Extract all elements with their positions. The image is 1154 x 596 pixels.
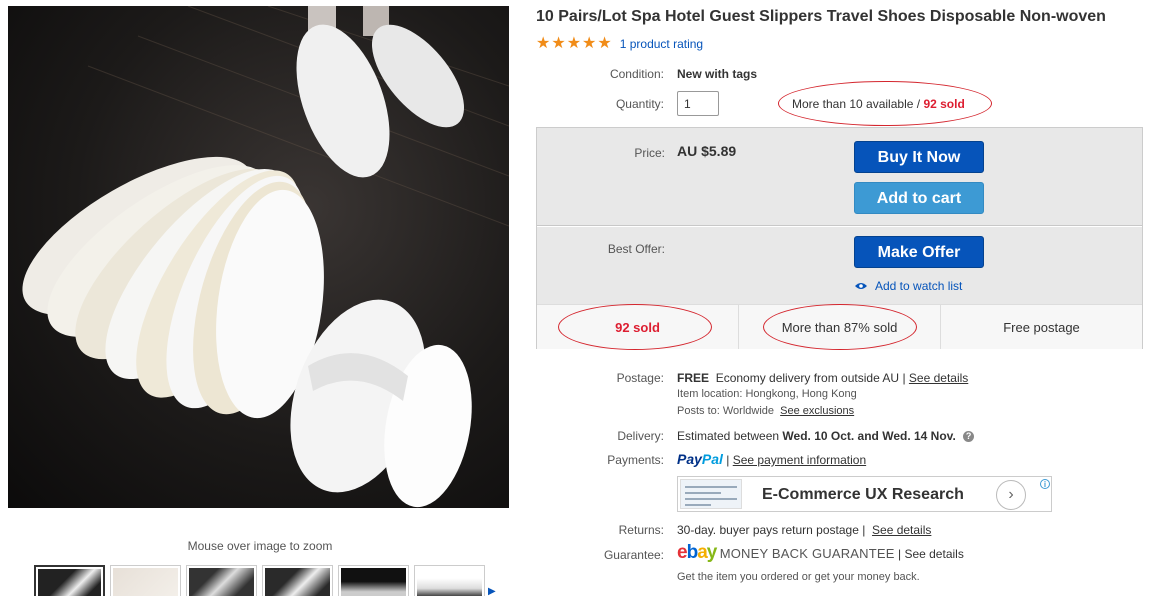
eye-icon [855,283,867,289]
price-label: Price: [634,146,665,160]
money-back-guarantee: MONEY BACK GUARANTEE [719,546,895,561]
buy-it-now-button[interactable]: Buy It Now [854,141,984,173]
guarantee-label: Guarantee: [603,548,664,562]
quantity-label: Quantity: [615,97,664,111]
price-box: Price: AU $5.89 Buy It Now Add to cart B… [536,127,1143,349]
stat-free-postage: Free postage [1003,320,1080,335]
condition-value: New with tags [677,67,758,81]
divider [537,226,1142,227]
add-to-watch-list-link[interactable]: Add to watch list [855,279,962,293]
delivery-range: Wed. 10 Oct. and Wed. 14 Nov. [782,429,956,443]
delivery-text: Estimated between [677,429,780,443]
guarantee-value: ebay MONEY BACK GUARANTEE | See details [677,542,964,564]
see-exclusions-link[interactable]: See exclusions [780,405,854,417]
payments-label: Payments: [607,453,664,467]
product-rating-link[interactable]: 1 product rating [620,37,703,51]
postage-method: Economy delivery from outside AU [715,371,900,385]
product-title: 10 Pairs/Lot Spa Hotel Guest Slippers Tr… [536,8,1106,25]
ad-thumbnail [680,479,742,509]
product-main-image[interactable] [8,6,509,508]
returns-see-details-link[interactable]: See details [872,523,931,537]
returns-label: Returns: [618,523,664,537]
paypal-logo: PayPal [677,451,723,467]
availability: More than 10 available / 92 sold [792,97,965,111]
star-rating: ★ ★ ★ ★ ★ [536,36,612,52]
postage-free: FREE [677,371,710,385]
posts-to-text: Posts to: Worldwide [677,405,775,417]
ad-banner[interactable]: E-Commerce UX Research › i [677,476,1052,512]
help-icon[interactable]: ? [963,431,975,443]
best-offer-label: Best Offer: [607,242,665,256]
guarantee-subtext: Get the item you ordered or get your mon… [677,571,920,583]
ad-text: E-Commerce UX Research [762,486,964,503]
watch-list-label: Add to watch list [875,279,963,293]
stats-bar: 92 sold More than 87% sold Free postage [537,304,1142,349]
ebay-logo: ebay [677,542,717,563]
thumbnail[interactable] [338,565,409,596]
info-icon[interactable]: i [1040,479,1050,489]
availability-text: More than 10 available / [792,97,921,111]
thumbnail[interactable] [414,565,485,596]
make-offer-button[interactable]: Make Offer [854,236,984,268]
zoom-hint: Mouse over image to zoom [187,539,333,553]
thumbnail-strip [34,565,485,596]
delivery-value: Estimated between Wed. 10 Oct. and Wed. … [677,429,975,443]
payments-value: PayPal | See payment information [677,451,867,467]
thumbnail[interactable] [262,565,333,596]
chevron-right-icon[interactable]: › [996,480,1026,510]
returns-text: 30-day. buyer pays return postage | [677,523,866,537]
star-icon: ★ [582,35,597,52]
see-payment-information-link[interactable]: See payment information [733,453,866,467]
star-icon: ★ [536,35,551,52]
delivery-label: Delivery: [617,429,664,443]
quantity-input[interactable] [677,91,719,116]
stat-sold: 92 sold [537,305,739,349]
posts-to: Posts to: Worldwide See exclusions [677,405,854,417]
guarantee-see-details-link[interactable]: | See details [898,547,964,561]
chevron-right-icon[interactable]: ▶ [488,586,496,596]
star-icon: ★ [597,35,612,52]
thumbnail[interactable] [110,565,181,596]
thumbnail[interactable] [34,565,105,596]
star-icon: ★ [566,35,582,52]
sold-count: 92 sold [923,97,965,111]
postage-label: Postage: [616,371,664,385]
star-icon: ★ [551,35,566,52]
price-value: AU $5.89 [677,143,737,159]
postage-value: FREE Economy delivery from outside AU | … [677,371,969,385]
item-location: Item location: Hongkong, Hong Kong [677,388,857,400]
thumbnail[interactable] [186,565,257,596]
add-to-cart-button[interactable]: Add to cart [854,182,984,214]
condition-label: Condition: [609,67,664,81]
postage-see-details-link[interactable]: See details [909,371,968,385]
stat-percent-sold: More than 87% sold [739,305,941,349]
returns-value: 30-day. buyer pays return postage | See … [677,523,931,537]
rating: ★ ★ ★ ★ ★ 1 product rating [536,36,703,52]
